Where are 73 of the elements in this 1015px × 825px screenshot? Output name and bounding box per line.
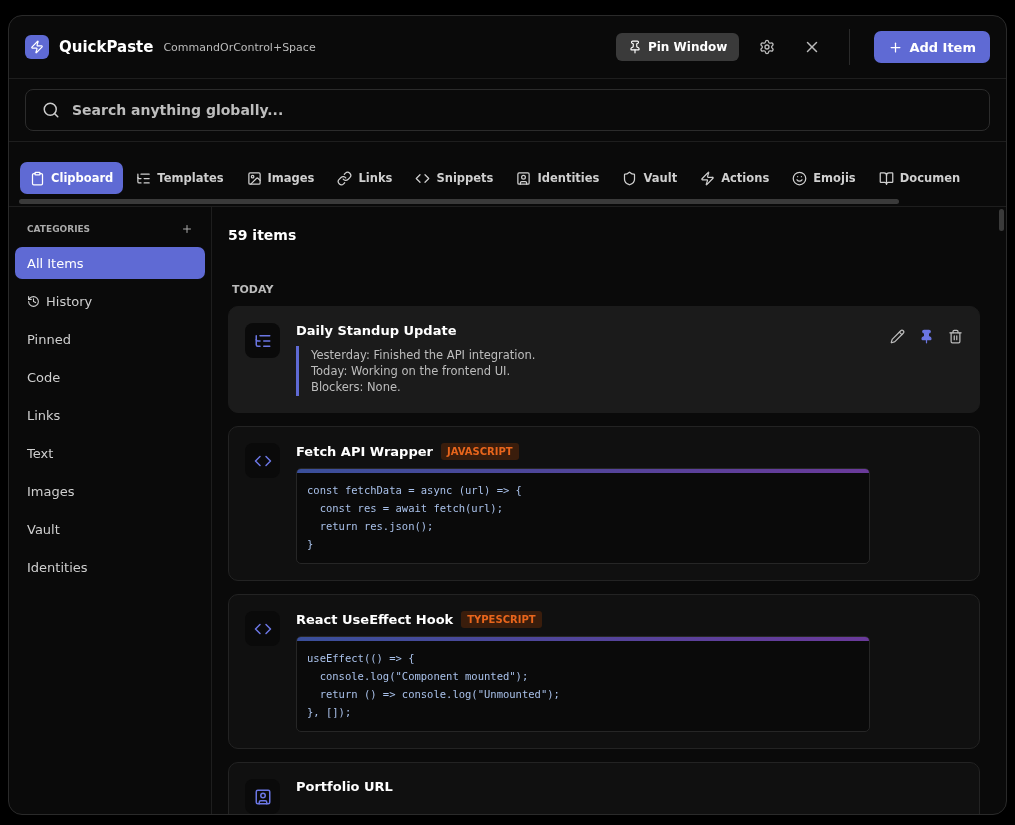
identities-icon: [516, 170, 532, 186]
tab[interactable]: Links: [327, 162, 403, 194]
categories-heading: CATEGORIES: [27, 224, 91, 234]
lightning-logo-icon: [25, 35, 49, 59]
scrollbar[interactable]: [19, 199, 899, 204]
tab[interactable]: Templates: [126, 162, 234, 194]
code-line: useEffect(() => {: [307, 651, 416, 666]
card-text: Blockers: None.: [311, 380, 402, 394]
sidebar-item[interactable]: History: [15, 285, 205, 317]
search-input[interactable]: Search anything globally...: [70, 101, 973, 119]
tab[interactable]: Clipboard: [20, 162, 124, 194]
code-line: const res = await fetch(url);: [318, 501, 504, 516]
emojis-icon: [792, 170, 808, 186]
group-heading: TODAY: [232, 283, 275, 296]
code-line: }, []);: [307, 705, 353, 720]
search-icon: [42, 101, 60, 119]
clip-card[interactable]: React UseEffect Hook TYPESCRIPT useEffect(() => { console.log("Component mounted"); return () => console.log("Unmounted"); }, []);: [228, 594, 980, 749]
tab[interactable]: Snippets: [405, 162, 504, 194]
app-name: QuickPaste: [59, 38, 154, 56]
sidebar-item[interactable]: Images: [15, 475, 205, 507]
add-category-icon[interactable]: [181, 223, 193, 235]
card-title: React UseEffect Hook: [296, 612, 454, 627]
template-icon: [245, 323, 280, 358]
card-title: Fetch API Wrapper: [296, 444, 433, 459]
code-line: }: [307, 537, 315, 552]
clip-card[interactable]: Portfolio URL: [228, 762, 980, 814]
pin-window-button[interactable]: Pin Window: [615, 33, 740, 61]
history-icon: [27, 294, 40, 308]
language-tag: TYPESCRIPT: [461, 611, 542, 628]
language-tag: JAVASCRIPT: [440, 443, 519, 460]
sidebar-item[interactable]: Pinned: [15, 323, 205, 355]
clip-card[interactable]: Daily Standup Update Yesterday: Finished the API integration. Today: Working on the frontend UI. Blockers: None.: [228, 306, 980, 413]
card-text: Yesterday: Finished the API integration.: [311, 348, 537, 362]
sidebar-item[interactable]: All Items: [15, 247, 205, 279]
images-icon: [246, 170, 262, 186]
card-title: Portfolio URL: [296, 779, 393, 794]
item-count: 59 items: [228, 227, 298, 243]
tab[interactable]: Identities: [506, 162, 610, 194]
tab[interactable]: Actions: [690, 162, 780, 194]
edit-button[interactable]: [890, 329, 905, 344]
templates-icon: [136, 170, 152, 186]
pin-button[interactable]: [919, 329, 934, 344]
search-field[interactable]: Search anything globally...: [25, 89, 990, 131]
clip-card[interactable]: Fetch API Wrapper JAVASCRIPT const fetchData = async (url) => { const res = await fetch(url); return res.json(); }: [228, 426, 980, 581]
pin-icon: [627, 40, 642, 54]
code-icon: [245, 443, 280, 478]
vault-icon: [622, 170, 638, 186]
tab[interactable]: Emojis: [782, 162, 866, 194]
settings-icon: [759, 39, 776, 55]
documents-icon: [878, 170, 894, 186]
plus-icon: [888, 39, 904, 55]
tab[interactable]: Documen: [868, 162, 971, 194]
actions-icon: [700, 170, 716, 186]
delete-button[interactable]: [948, 329, 963, 344]
sidebar-item[interactable]: Links: [15, 399, 205, 431]
code-line: console.log("Component mounted");: [318, 669, 530, 684]
card-title: Daily Standup Update: [296, 323, 457, 338]
sidebar-item[interactable]: Code: [15, 361, 205, 393]
sidebar-item[interactable]: Identities: [15, 551, 205, 583]
sidebar-item[interactable]: Vault: [15, 513, 205, 545]
code-line: return res.json();: [318, 519, 435, 534]
card-text: Today: Working on the frontend UI.: [311, 364, 512, 378]
links-icon: [337, 170, 353, 186]
code-line: const fetchData = async (url) => {: [307, 483, 523, 498]
scrollbar[interactable]: [998, 209, 1004, 231]
sidebar-item[interactable]: Text: [15, 437, 205, 469]
code-line: return () => console.log("Unmounted");: [318, 687, 561, 702]
add-item-button[interactable]: Add Item: [874, 31, 990, 63]
tab[interactable]: Vault: [612, 162, 688, 194]
tab[interactable]: Images: [236, 162, 325, 194]
code-icon: [245, 611, 280, 646]
clipboard-icon: [30, 170, 45, 186]
shortcut-label: CommandOrControl+Space: [163, 40, 316, 54]
